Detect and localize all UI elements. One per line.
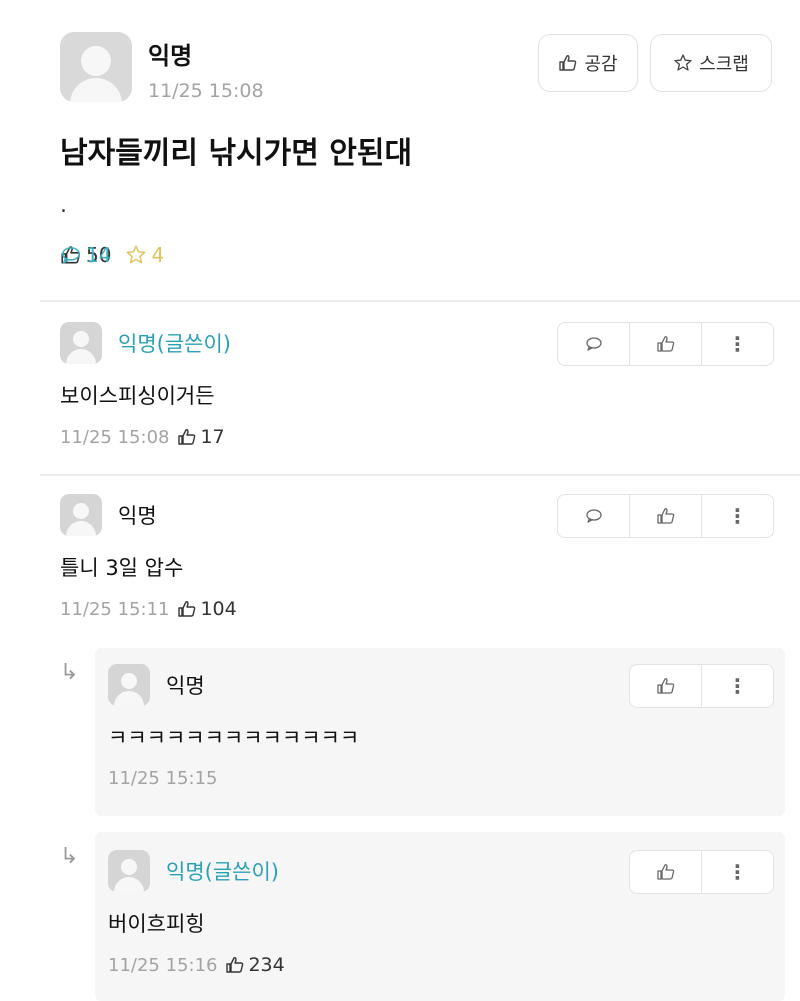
- post-time: 11/25 15:08: [148, 80, 264, 102]
- empathy-label: 공감: [584, 54, 618, 75]
- comment-like-count: 17: [177, 426, 225, 448]
- more-button[interactable]: ⋮: [702, 851, 773, 893]
- thumbs-up-icon: [656, 334, 676, 354]
- more-button[interactable]: ⋮: [702, 323, 773, 365]
- more-button[interactable]: ⋮: [702, 495, 773, 537]
- star-icon: [125, 244, 147, 266]
- reply-meta: 11/25 15:16 234: [108, 954, 285, 976]
- avatar: [108, 664, 150, 706]
- comment-actions: ⋮: [557, 322, 774, 366]
- reply-text: ㅋㅋㅋㅋㅋㅋㅋㅋㅋㅋㅋㅋㅋ: [108, 726, 360, 750]
- more-vertical-icon: ⋮: [727, 504, 748, 528]
- comment-item: 익명(글쓴이) ⋮ 보이스피싱이거든 11/25 15:08 17: [60, 322, 774, 462]
- thumbs-up-icon: [656, 862, 676, 882]
- post-author: 익명: [148, 42, 193, 70]
- post-title: 남자들끼리 낚시가면 안된대: [60, 136, 413, 171]
- post-header: 익명 11/25 15:08 공감 스크랩: [60, 32, 775, 112]
- comment-count: 14: [60, 243, 111, 267]
- reply-arrow-icon: ↳: [60, 844, 79, 869]
- avatar: [60, 494, 102, 536]
- empathy-button[interactable]: 공감: [538, 34, 638, 92]
- divider: [40, 474, 800, 476]
- reply-button[interactable]: [558, 495, 630, 537]
- reply-text: 버이흐피힝: [108, 912, 205, 936]
- reply-actions: ⋮: [629, 850, 774, 894]
- comment-like-count: 104: [177, 598, 237, 620]
- reply-time: 11/25 15:15: [108, 768, 218, 789]
- more-vertical-icon: ⋮: [727, 860, 748, 884]
- reply-actions: ⋮: [629, 664, 774, 708]
- comment-author: 익명: [118, 504, 157, 528]
- avatar: [60, 322, 102, 364]
- speech-bubble-icon: [60, 244, 82, 266]
- star-icon: [673, 53, 693, 73]
- avatar: [60, 32, 132, 102]
- comment-author: 익명(글쓴이): [118, 332, 231, 356]
- comment-text: 틀니 3일 압수: [60, 556, 184, 580]
- scrap-count: 4: [125, 243, 164, 267]
- scrap-button[interactable]: 스크랩: [650, 34, 772, 92]
- comment-actions: ⋮: [557, 494, 774, 538]
- reply-arrow-icon: ↳: [60, 660, 79, 685]
- thumbs-up-icon: [225, 955, 245, 975]
- like-button[interactable]: [630, 851, 702, 893]
- thumbs-up-icon: [656, 506, 676, 526]
- speech-bubble-icon: [584, 506, 604, 526]
- reply-author: 익명: [166, 674, 205, 698]
- comment-meta: 11/25 15:11 104: [60, 598, 237, 620]
- comment-time: 11/25 15:11: [60, 598, 170, 620]
- thumbs-up-icon: [558, 53, 578, 73]
- like-button[interactable]: [630, 495, 702, 537]
- thumbs-up-icon: [177, 427, 197, 447]
- avatar: [108, 850, 150, 892]
- comment-text: 보이스피싱이거든: [60, 384, 215, 408]
- comment-item: 익명 ⋮ 틀니 3일 압수 11/25 15:11 104: [60, 494, 774, 634]
- reply-item: 익명(글쓴이) ⋮ 버이흐피힝 11/25 15:16 234: [108, 850, 774, 990]
- reply-author: 익명(글쓴이): [166, 860, 279, 884]
- more-vertical-icon: ⋮: [727, 674, 748, 698]
- reply-like-count: 234: [225, 954, 285, 976]
- more-vertical-icon: ⋮: [727, 332, 748, 356]
- comment-time: 11/25 15:08: [60, 426, 170, 448]
- post-body: .: [60, 193, 67, 218]
- thumbs-up-icon: [177, 599, 197, 619]
- reply-time: 11/25 15:16: [108, 954, 218, 976]
- like-button[interactable]: [630, 665, 702, 707]
- reply-item: 익명 ⋮ ㅋㅋㅋㅋㅋㅋㅋㅋㅋㅋㅋㅋㅋ 11/25 15:15: [108, 664, 774, 804]
- thumbs-up-icon: [656, 676, 676, 696]
- more-button[interactable]: ⋮: [702, 665, 773, 707]
- scrap-label: 스크랩: [699, 54, 749, 75]
- reply-button[interactable]: [558, 323, 630, 365]
- speech-bubble-icon: [584, 334, 604, 354]
- reply-meta: 11/25 15:15: [108, 768, 217, 789]
- divider: [40, 300, 800, 302]
- comment-meta: 11/25 15:08 17: [60, 426, 225, 448]
- like-button[interactable]: [630, 323, 702, 365]
- post-stats: 50 14 4: [60, 240, 164, 270]
